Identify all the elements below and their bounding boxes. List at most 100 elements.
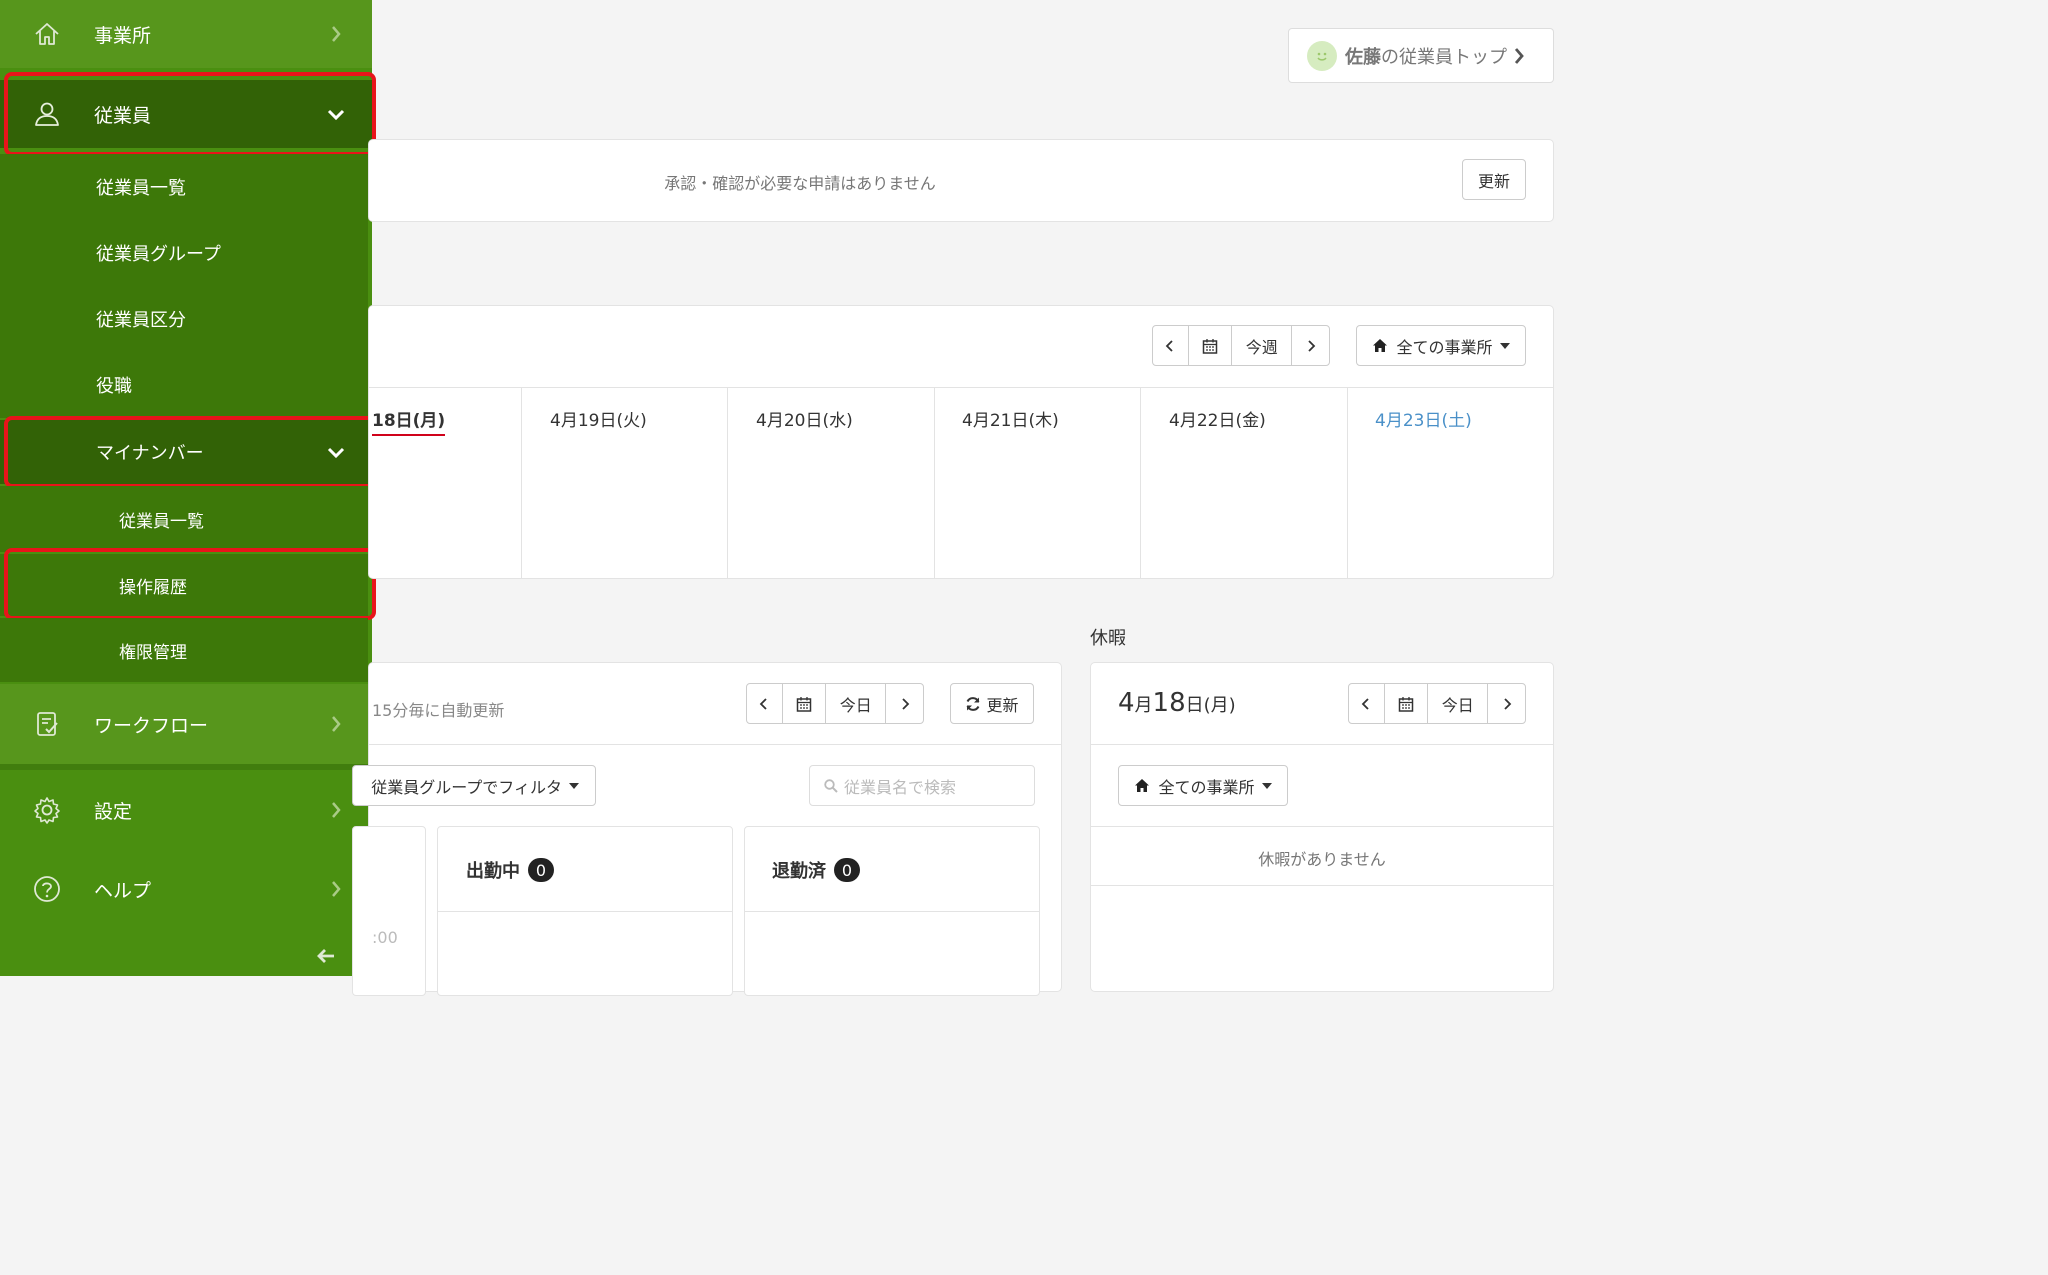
today-button[interactable]: 今日	[826, 684, 887, 723]
day-divider	[521, 388, 522, 578]
group-filter-dropdown[interactable]: 従業員グループでフィルタ	[352, 765, 596, 806]
user-name: 佐藤	[1345, 46, 1381, 68]
sidebar-subitem-operation-history[interactable]: 操作履歴	[0, 554, 368, 616]
sidebar-subitem-permission-management[interactable]: 権限管理	[0, 618, 368, 682]
this-week-button[interactable]: 今週	[1232, 326, 1293, 365]
refresh-icon	[967, 696, 980, 711]
chevron-right-icon	[1513, 47, 1525, 65]
caret-down-icon	[569, 782, 579, 789]
sidebar-subitem-label: 従業員区分	[96, 310, 186, 331]
calendar-icon	[796, 696, 812, 712]
sidebar-item-label: 事業所	[94, 24, 152, 47]
attendance-refresh-button[interactable]: 更新	[950, 683, 1034, 724]
day-calendar-picker-button[interactable]	[783, 684, 827, 723]
sidebar-subitem-mynumber-employee-list[interactable]: 従業員一覧	[0, 486, 368, 552]
checklist-icon	[30, 707, 64, 741]
gear-icon	[30, 793, 64, 827]
sidebar-subitem-label: 従業員グループ	[96, 244, 221, 265]
day-header-saturday[interactable]: 4月23日(土)	[1375, 406, 1472, 431]
week-calendar-picker-button[interactable]	[1189, 326, 1233, 365]
prev-week-button[interactable]	[1153, 326, 1189, 365]
smiley-avatar-icon	[1307, 40, 1337, 71]
leave-prev-day-button[interactable]	[1349, 684, 1385, 723]
divider	[437, 911, 733, 912]
working-count-badge: 0	[528, 858, 554, 882]
sidebar-item-employees[interactable]: 従業員	[0, 80, 372, 148]
group-filter-label: 従業員グループでフィルタ	[371, 777, 562, 797]
leave-office-filter-dropdown[interactable]: 全ての事業所	[1118, 765, 1288, 806]
collapse-sidebar-arrow-icon[interactable]	[314, 944, 338, 968]
approvals-refresh-button[interactable]: 更新	[1462, 159, 1526, 200]
leave-day-nav-group: 今日	[1348, 683, 1526, 724]
search-icon	[824, 778, 838, 793]
sidebar-item-settings[interactable]: 設定	[0, 770, 372, 850]
sidebar-subitem-employee-group[interactable]: 従業員グループ	[0, 220, 368, 286]
sidebar-item-office[interactable]: 事業所	[0, 0, 372, 68]
leave-date-day-unit: 日(月)	[1185, 695, 1236, 716]
sidebar-item-help[interactable]: ヘルプ	[0, 850, 372, 928]
divider	[744, 911, 1040, 912]
day-divider	[1347, 388, 1348, 578]
chevron-right-icon	[326, 24, 346, 44]
help-circle-icon	[30, 872, 64, 906]
sidebar-subitem-employee-category[interactable]: 従業員区分	[0, 286, 368, 352]
leave-date-month-unit: 月	[1134, 695, 1153, 716]
home-icon	[1135, 779, 1150, 792]
sidebar-subitem-label: 操作履歴	[119, 577, 187, 598]
week-nav-group: 今週	[1152, 325, 1330, 366]
left-header: 退勤済 0	[772, 857, 860, 883]
divider	[368, 744, 1062, 745]
leave-next-day-button[interactable]	[1488, 684, 1525, 723]
employee-top-label: の従業員トップ	[1381, 46, 1507, 68]
refresh-label: 更新	[986, 695, 1019, 715]
next-week-button[interactable]	[1292, 326, 1329, 365]
sidebar-subitem-label: 従業員一覧	[119, 511, 204, 532]
employee-top-button[interactable]: 佐藤 の従業員トップ	[1288, 28, 1554, 83]
next-day-button[interactable]	[886, 684, 923, 723]
caret-down-icon	[1261, 782, 1272, 789]
working-label: 出勤中	[466, 861, 520, 882]
leave-section-title: 休暇	[1090, 628, 1126, 649]
sidebar-subitem-mynumber[interactable]: マイナンバー	[0, 420, 368, 484]
day-header[interactable]: 4月19日(火)	[550, 406, 647, 431]
sidebar-item-label: 設定	[94, 800, 133, 823]
calendar-icon	[1398, 696, 1414, 712]
leave-calendar-picker-button[interactable]	[1385, 684, 1429, 723]
day-header[interactable]: 4月22日(金)	[1169, 406, 1266, 431]
sidebar-subitem-label: 権限管理	[119, 642, 187, 663]
divider	[1090, 826, 1554, 827]
day-header[interactable]: 4月21日(木)	[962, 406, 1059, 431]
prev-day-button[interactable]	[747, 684, 783, 723]
week-office-filter-dropdown[interactable]: 全ての事業所	[1356, 325, 1526, 366]
day-header[interactable]: 4月20日(水)	[756, 406, 853, 431]
leave-date-day: 18	[1152, 688, 1186, 718]
chevron-right-icon	[326, 800, 346, 820]
home-icon	[1373, 339, 1388, 352]
sidebar-item-workflow[interactable]: ワークフロー	[0, 684, 372, 764]
chevron-down-icon	[326, 104, 346, 124]
sidebar-subitem-position[interactable]: 役職	[0, 352, 368, 418]
leave-date-month: 4	[1118, 688, 1135, 718]
divider	[1090, 744, 1554, 745]
home-icon	[30, 17, 64, 51]
sidebar-subitem-label: 従業員一覧	[96, 178, 186, 199]
user-icon	[30, 97, 64, 131]
sidebar-item-label: ヘルプ	[94, 879, 152, 902]
chevron-right-icon	[1504, 697, 1511, 710]
time-fragment: :00	[372, 928, 398, 947]
employee-search-field[interactable]: 従業員名で検索	[809, 765, 1035, 806]
sidebar-subitem-employee-list[interactable]: 従業員一覧	[0, 154, 368, 220]
status-column-partial	[352, 826, 426, 996]
caret-down-icon	[1499, 342, 1510, 349]
day-header-today[interactable]: 18日(月)	[372, 406, 446, 436]
chevron-left-icon	[760, 697, 767, 710]
chevron-left-icon	[1362, 697, 1369, 710]
chevron-right-icon	[1308, 339, 1315, 352]
divider	[368, 387, 1554, 388]
chevron-left-icon	[1166, 339, 1173, 352]
left-count-badge: 0	[834, 858, 860, 882]
leave-today-button[interactable]: 今日	[1428, 684, 1489, 723]
left-label: 退勤済	[772, 861, 826, 882]
day-divider	[934, 388, 935, 578]
sidebar-item-label: ワークフロー	[94, 714, 209, 737]
